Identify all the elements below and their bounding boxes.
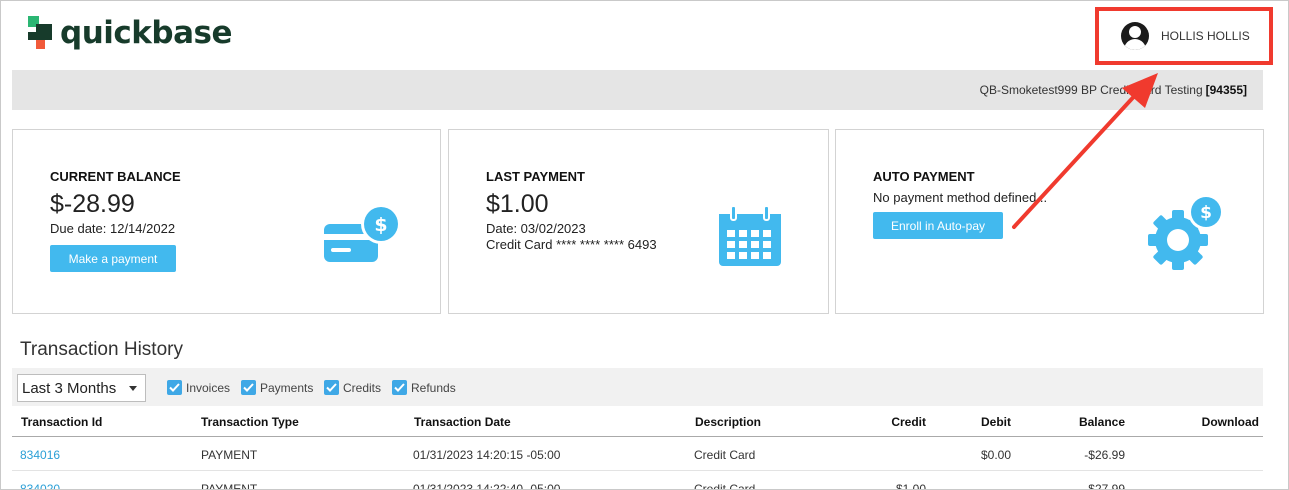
filter-label: Payments: [260, 380, 314, 395]
filter-label: Invoices: [186, 380, 231, 395]
transaction-table-header: Transaction Id Transaction Type Transact…: [12, 407, 1263, 437]
transaction-filter-bar: Last 3 Months Invoices Payments Credits …: [12, 368, 1263, 406]
user-avatar-icon: [1121, 22, 1149, 50]
transaction-id-link[interactable]: 834016: [20, 448, 60, 462]
last-payment-method: Credit Card **** **** **** 6493: [486, 237, 657, 252]
account-id: [94355]: [1205, 83, 1247, 97]
transaction-description: Credit Card: [694, 482, 756, 490]
gear-dollar-icon: $: [1148, 194, 1224, 270]
auto-payment-status: No payment method defined...: [873, 190, 1048, 205]
column-header[interactable]: Transaction Type: [201, 415, 299, 429]
transaction-date: 01/31/2023 14:22:40 -05:00: [413, 482, 561, 490]
date-range-value: Last 3 Months: [22, 379, 117, 397]
transaction-type: PAYMENT: [201, 448, 258, 462]
transaction-date: 01/31/2023 14:20:15 -05:00: [413, 448, 561, 462]
transaction-id-link[interactable]: 834020: [20, 482, 60, 489]
checkmark-icon: [324, 380, 339, 395]
column-header[interactable]: Balance: [1079, 415, 1125, 429]
transaction-history-title: Transaction History: [20, 339, 183, 360]
transaction-credit: $1.00: [895, 482, 926, 490]
svg-text:$: $: [374, 214, 387, 236]
calendar-icon: [719, 205, 781, 266]
filter-label: Refunds: [411, 380, 456, 395]
user-name: HOLLIS HOLLIS: [1161, 29, 1250, 43]
filter-label: Credits: [343, 380, 382, 395]
column-header[interactable]: Transaction Id: [21, 415, 102, 429]
transaction-type: PAYMENT: [201, 482, 258, 490]
due-date: Due date: 12/14/2022: [50, 221, 176, 236]
column-header[interactable]: Transaction Date: [414, 415, 511, 429]
credit-card-dollar-icon: $: [324, 204, 401, 262]
transaction-description: Credit Card: [694, 448, 756, 462]
brand-name: quickbase: [60, 15, 232, 51]
transaction-balance: -$27.99: [1084, 482, 1125, 490]
auto-payment-card: AUTO PAYMENT No payment method defined..…: [835, 129, 1264, 314]
checkmark-icon: [241, 380, 256, 395]
last-payment-amount: $1.00: [486, 190, 549, 218]
column-header[interactable]: Description: [695, 415, 761, 429]
transaction-debit: $0.00: [980, 448, 1011, 462]
current-balance-card: CURRENT BALANCE $-28.99 Due date: 12/14/…: [12, 129, 441, 314]
card-title: AUTO PAYMENT: [873, 169, 975, 184]
table-row: 834016 PAYMENT 01/31/2023 14:20:15 -05:0…: [12, 438, 1263, 471]
account-bar: QB-Smoketest999 BP Credit Card Testing […: [12, 70, 1263, 110]
last-payment-card: LAST PAYMENT $1.00 Date: 03/02/2023 Cred…: [448, 129, 829, 314]
make-payment-button[interactable]: Make a payment: [50, 245, 176, 272]
card-title: CURRENT BALANCE: [50, 169, 181, 184]
svg-text:$: $: [1200, 203, 1212, 223]
user-menu-button[interactable]: HOLLIS HOLLIS: [1095, 7, 1273, 65]
enroll-autopay-button[interactable]: Enroll in Auto-pay: [873, 212, 1003, 239]
quickbase-logo[interactable]: quickbase: [28, 15, 232, 51]
account-name: QB-Smoketest999 BP Credit Card Testing: [979, 83, 1203, 97]
last-payment-date: Date: 03/02/2023: [486, 221, 586, 236]
column-header[interactable]: Debit: [981, 415, 1011, 429]
table-row: 834020 PAYMENT 01/31/2023 14:22:40 -05:0…: [12, 472, 1263, 490]
balance-amount: $-28.99: [50, 190, 135, 218]
column-header[interactable]: Credit: [891, 415, 926, 429]
checkmark-icon: [167, 380, 182, 395]
app-window: quickbase HOLLIS HOLLIS QB-Smoketest999 …: [0, 0, 1289, 490]
filter-invoices-checkbox[interactable]: Invoices: [167, 380, 230, 395]
filter-refunds-checkbox[interactable]: Refunds: [392, 380, 456, 395]
transaction-balance: -$26.99: [1084, 448, 1125, 462]
filter-payments-checkbox[interactable]: Payments: [241, 380, 313, 395]
filter-credits-checkbox[interactable]: Credits: [324, 380, 381, 395]
column-header[interactable]: Download: [1202, 415, 1259, 429]
quickbase-logo-icon: [28, 16, 52, 50]
chevron-down-icon: [129, 386, 137, 391]
checkmark-icon: [392, 380, 407, 395]
date-range-select[interactable]: Last 3 Months: [17, 374, 146, 402]
card-title: LAST PAYMENT: [486, 169, 585, 184]
